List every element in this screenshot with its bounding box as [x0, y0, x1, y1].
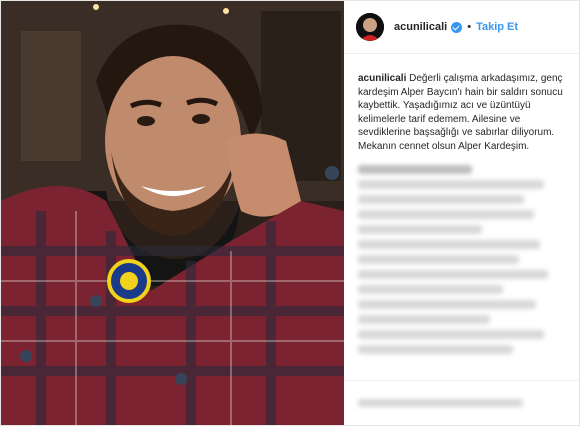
instagram-post: acunilicali • Takip Et acunilicali Değer…: [0, 0, 580, 426]
blurred-comment: [358, 270, 549, 279]
follow-button[interactable]: Takip Et: [476, 21, 518, 33]
blurred-comment: [358, 345, 514, 354]
post-caption: acunilicali Değerli çalışma arkadaşımız,…: [344, 54, 579, 153]
blurred-comment: [358, 225, 483, 234]
verified-badge-icon: [451, 21, 463, 33]
separator-dot: •: [467, 21, 472, 33]
blurred-comment: [358, 180, 545, 189]
caption-text: Değerli çalışma arkadaşımız, genç kardeş…: [358, 73, 563, 152]
blurred-comment: [358, 285, 503, 294]
blurred-comment: [358, 255, 520, 264]
avatar-image: [356, 13, 384, 41]
blurred-comment: [358, 315, 491, 324]
post-photo[interactable]: [1, 1, 344, 425]
blurred-comment: [358, 300, 537, 309]
blurred-comment: [358, 240, 541, 249]
post-footer: [344, 380, 579, 425]
blurred-footer-line: [358, 399, 523, 407]
blurred-comment: [358, 210, 534, 219]
selfie-photo: [1, 1, 344, 425]
comments-list-blurred: [344, 153, 579, 360]
post-header: acunilicali • Takip Et: [344, 1, 579, 54]
username-link[interactable]: acunilicali: [394, 21, 447, 33]
caption-username[interactable]: acunilicali: [358, 73, 406, 84]
avatar[interactable]: [356, 13, 384, 41]
blurred-comment: [358, 195, 524, 204]
blurred-comment: [358, 330, 545, 339]
blurred-comment: [358, 165, 472, 174]
post-sidebar: acunilicali • Takip Et acunilicali Değer…: [344, 1, 579, 425]
